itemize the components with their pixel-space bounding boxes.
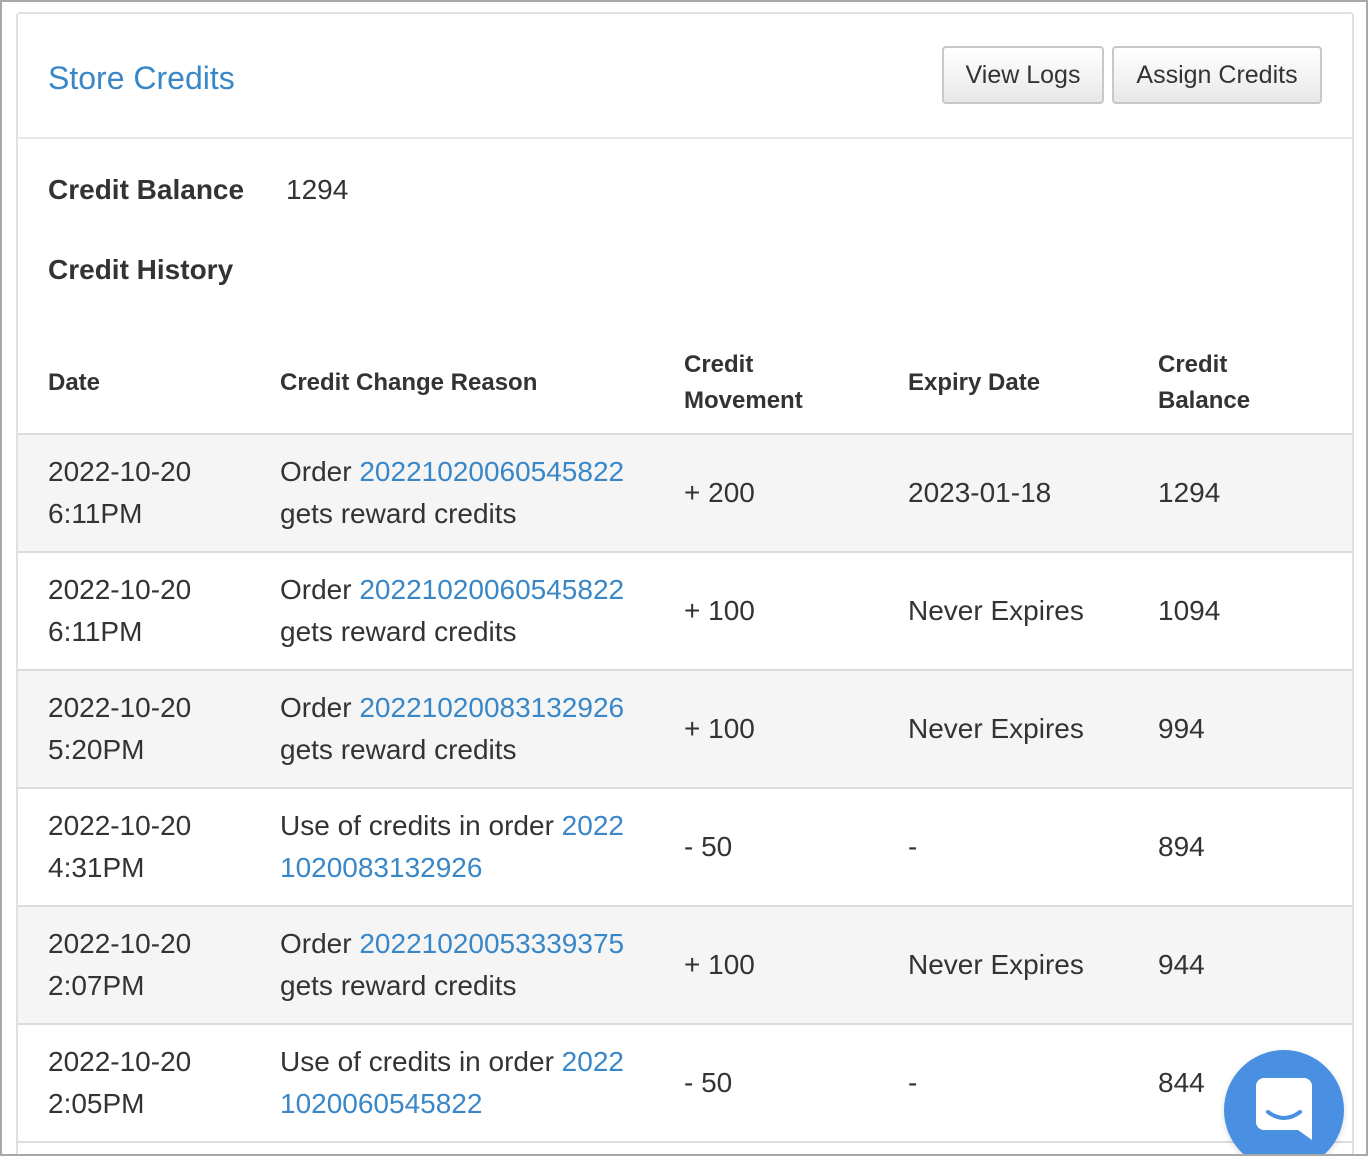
table-row: 2022-10-20 6:11PM Order 20221020060545822…: [18, 435, 1352, 553]
cell-balance: 944: [1158, 949, 1205, 980]
cell-reason: Order 20221020060545822 gets reward cred…: [280, 553, 630, 669]
cell-movement: + 100: [684, 595, 755, 626]
cell-reason: Order 20221020083132926 gets reward cred…: [280, 671, 630, 787]
credit-balance-value: 1294: [286, 174, 349, 205]
order-link[interactable]: 20221020060545822: [359, 456, 624, 487]
reason-prefix: Order: [280, 456, 360, 487]
table-body: 2022-10-20 6:11PM Order 20221020060545822…: [18, 435, 1352, 1143]
reason-suffix: gets reward credits: [280, 734, 517, 765]
column-header-movement: Credit Movement: [684, 350, 803, 414]
window-frame: Store Credits View Logs Assign Credits C…: [0, 0, 1368, 1156]
cell-expiry: Never Expires: [908, 713, 1084, 744]
panel-title: Store Credits: [48, 60, 235, 96]
column-header-reason: Credit Change Reason: [280, 368, 538, 396]
column-header-date: Date: [48, 368, 101, 396]
cell-date: 2022-10-20 2:05PM: [48, 1046, 192, 1119]
panel-header: Store Credits View Logs Assign Credits: [18, 14, 1352, 139]
cell-balance: 1094: [1158, 595, 1221, 626]
reason-prefix: Order: [280, 928, 360, 959]
cell-movement: + 100: [684, 949, 755, 980]
reason-prefix: Order: [280, 574, 360, 605]
table-row: 2022-10-20 4:31PM Use of credits in order…: [18, 789, 1352, 907]
cell-movement: + 100: [684, 713, 755, 744]
cell-balance: 894: [1158, 831, 1205, 862]
table-row: 2022-10-20 2:05PM Use of credits in order…: [18, 1025, 1352, 1143]
credit-balance-label: Credit Balance: [48, 174, 245, 205]
credit-history-table: Date Credit Change Reason Credit Movemen…: [18, 332, 1352, 1143]
reason-prefix: Order: [280, 692, 360, 723]
cell-balance: 994: [1158, 713, 1205, 744]
reason-prefix: Use of credits in order: [280, 1046, 562, 1077]
table-row: 2022-10-20 6:11PM Order 20221020060545822…: [18, 553, 1352, 671]
cell-balance: 1294: [1158, 477, 1221, 508]
view-logs-button[interactable]: View Logs: [942, 46, 1104, 104]
table-header-row: Date Credit Change Reason Credit Movemen…: [18, 332, 1352, 435]
cell-date: 2022-10-20 5:20PM: [48, 692, 192, 765]
reason-suffix: gets reward credits: [280, 616, 517, 647]
column-header-expiry: Expiry Date: [908, 368, 1041, 396]
cell-expiry: -: [908, 831, 918, 862]
cell-reason: Use of credits in order 2022102008313292…: [280, 789, 630, 905]
table-row: 2022-10-20 5:20PM Order 20221020083132926…: [18, 671, 1352, 789]
cell-reason: Order 20221020060545822 gets reward cred…: [280, 435, 630, 551]
order-link[interactable]: 20221020083132926: [359, 692, 624, 723]
order-link[interactable]: 20221020060545822: [359, 574, 624, 605]
reason-prefix: Use of credits in order: [280, 810, 562, 841]
reason-suffix: gets reward credits: [280, 498, 517, 529]
cell-expiry: -: [908, 1067, 918, 1098]
cell-movement: - 50: [684, 831, 733, 862]
reason-suffix: gets reward credits: [280, 970, 517, 1001]
cell-expiry: Never Expires: [908, 595, 1084, 626]
credit-history-heading: Credit History: [48, 254, 234, 285]
cell-date: 2022-10-20 4:31PM: [48, 810, 192, 883]
cell-expiry: 2023-01-18: [908, 477, 1052, 508]
cell-reason: Use of credits in order 2022102006054582…: [280, 1025, 630, 1141]
cell-date: 2022-10-20 6:11PM: [48, 456, 192, 529]
table-row: 2022-10-20 2:07PM Order 20221020053339375…: [18, 907, 1352, 1025]
column-header-balance: Credit Balance: [1158, 350, 1251, 414]
order-link[interactable]: 20221020053339375: [359, 928, 624, 959]
cell-date: 2022-10-20 6:11PM: [48, 574, 192, 647]
chat-icon: [1256, 1078, 1312, 1140]
cell-reason: Order 20221020053339375 gets reward cred…: [280, 907, 630, 1023]
cell-date: 2022-10-20 2:07PM: [48, 928, 192, 1001]
cell-expiry: Never Expires: [908, 949, 1084, 980]
assign-credits-button[interactable]: Assign Credits: [1112, 46, 1322, 104]
cell-movement: + 200: [684, 477, 755, 508]
cell-movement: - 50: [684, 1067, 733, 1098]
store-credits-panel: Store Credits View Logs Assign Credits C…: [16, 12, 1354, 1154]
